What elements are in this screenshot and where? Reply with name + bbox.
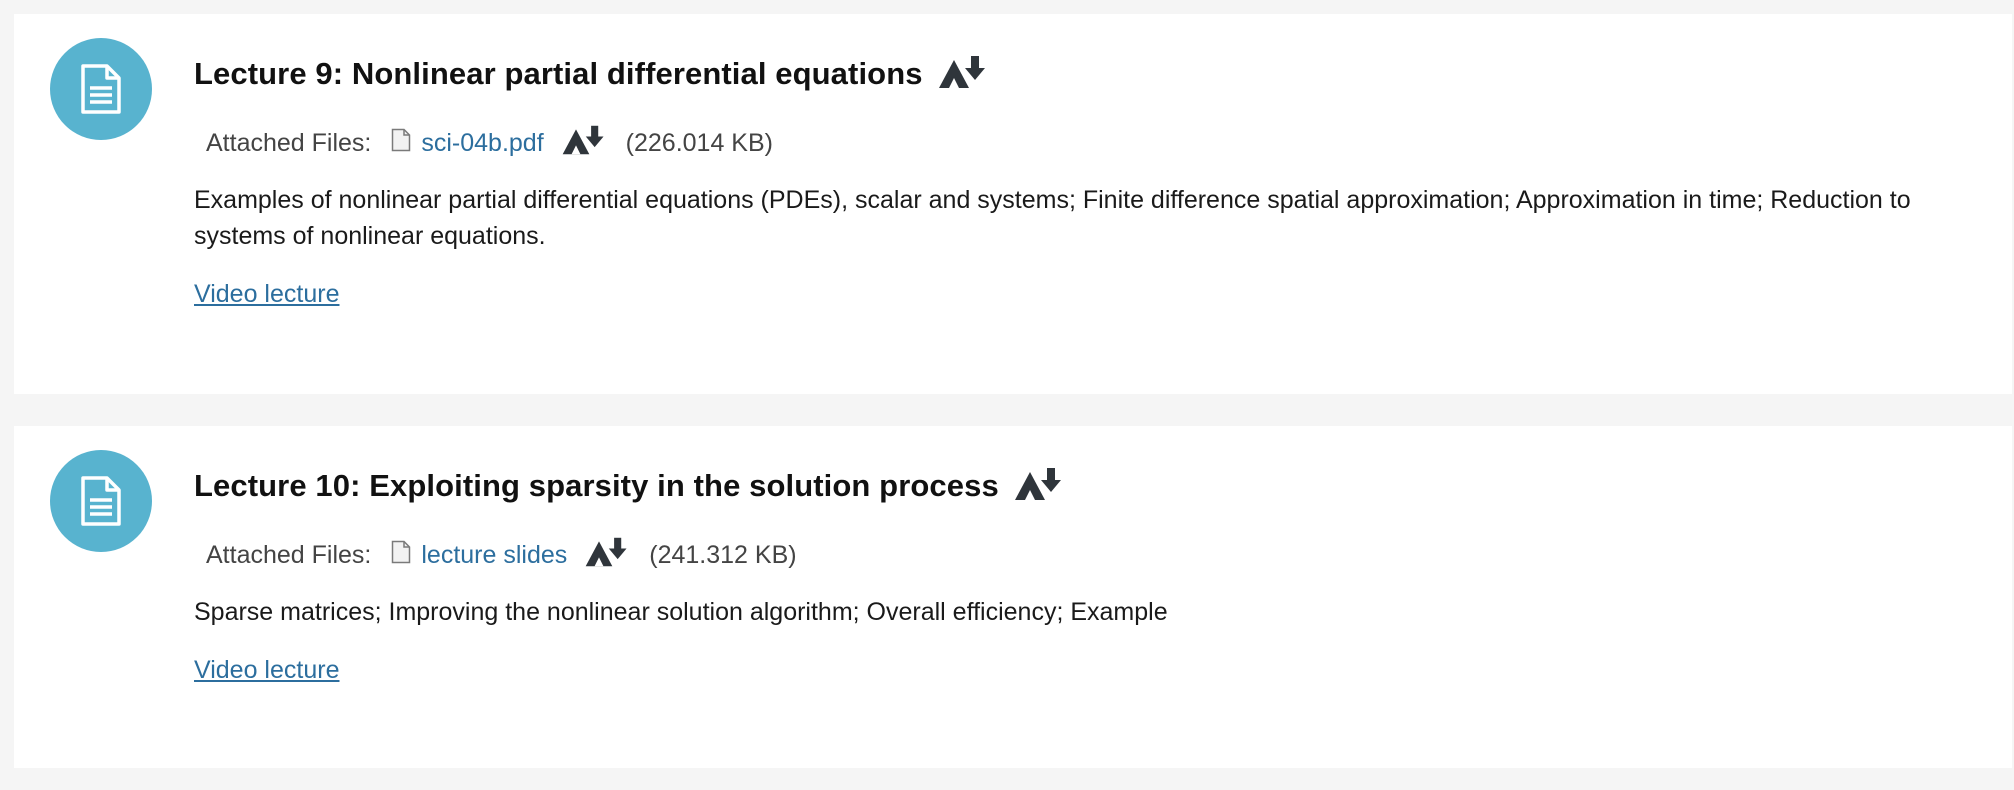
alternative-formats-icon[interactable] [937,54,989,95]
file-icon [391,128,411,159]
content-item-card: Lecture 9: Nonlinear partial differentia… [14,14,2012,394]
video-lecture-link[interactable]: Video lecture [194,656,339,685]
alternative-formats-icon[interactable] [558,124,610,163]
item-title: Lecture 9: Nonlinear partial differentia… [194,56,923,91]
file-icon [391,540,411,571]
document-icon [50,38,152,140]
content-item-card: Lecture 10: Exploiting sparsity in the s… [14,426,2012,768]
document-icon [50,450,152,552]
alternative-formats-icon[interactable] [1013,466,1065,507]
file-link[interactable]: sci-04b.pdf [421,129,543,158]
file-link[interactable]: lecture slides [421,541,567,570]
attached-files-label: Attached Files: [206,128,372,157]
file-size: (226.014 KB) [625,128,773,157]
item-description: Examples of nonlinear partial differenti… [194,186,1911,250]
item-title: Lecture 10: Exploiting sparsity in the s… [194,468,999,503]
attached-files-label: Attached Files: [206,540,372,569]
video-lecture-link[interactable]: Video lecture [194,280,339,309]
item-description: Sparse matrices; Improving the nonlinear… [194,598,1168,626]
file-size: (241.312 KB) [649,540,797,569]
alternative-formats-icon[interactable] [581,536,633,575]
